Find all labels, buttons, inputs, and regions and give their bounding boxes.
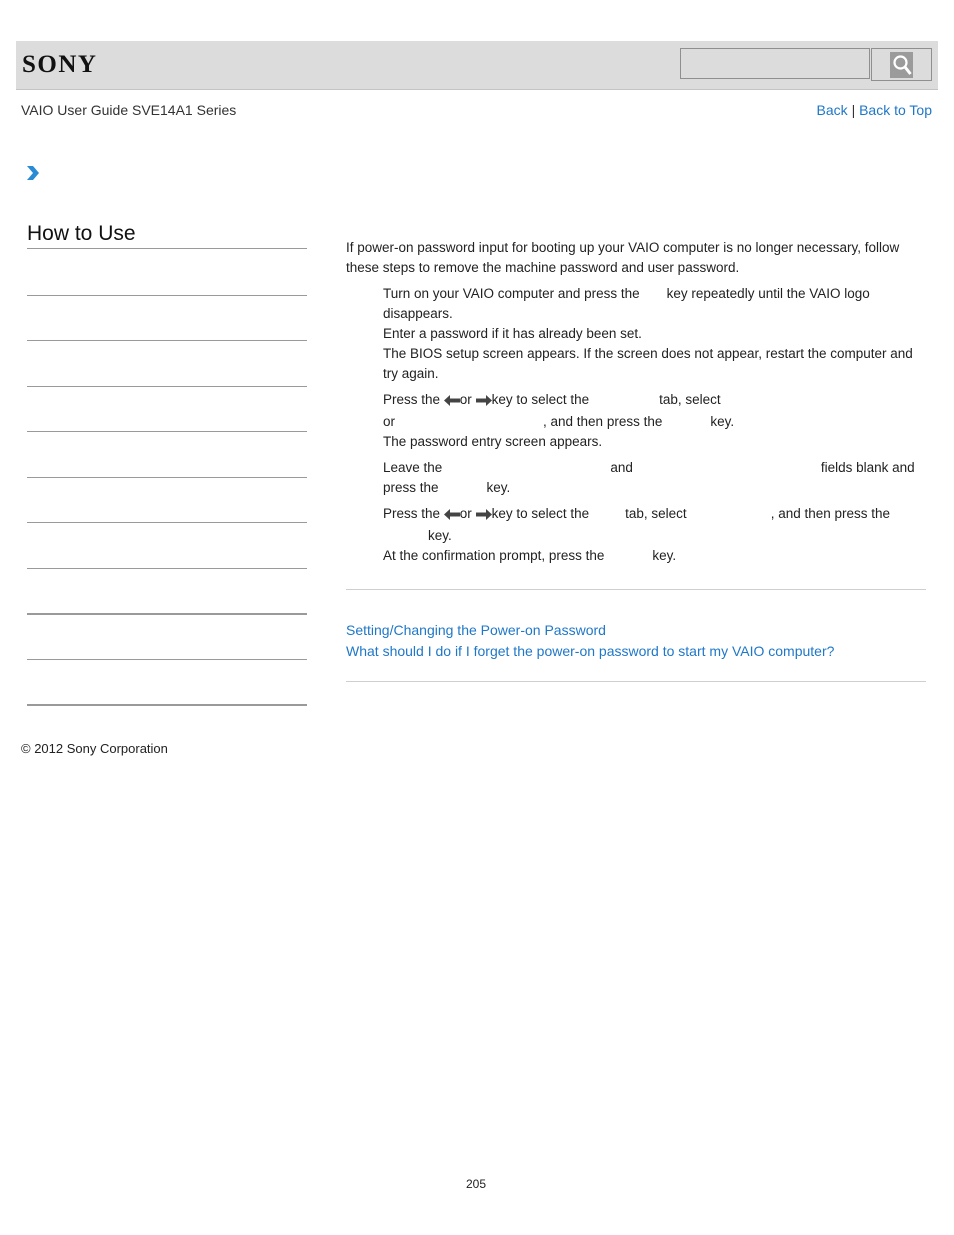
right-arrow-key-icon (475, 506, 492, 526)
sidebar-item[interactable] (27, 659, 307, 660)
sidebar-item[interactable] (27, 613, 307, 615)
sidebar-item[interactable] (27, 295, 307, 296)
step-3: Leave the and fields blank and press the ke… (383, 460, 915, 495)
breadcrumb-chevron-icon[interactable] (26, 165, 40, 184)
right-arrow-key-icon (475, 392, 492, 412)
search-button[interactable] (871, 48, 932, 81)
article-body: If power-on password input for booting u… (346, 238, 926, 572)
divider (346, 589, 926, 590)
intro-paragraph: If power-on password input for booting u… (346, 240, 900, 275)
related-link-forgot-password[interactable]: What should I do if I forget the power-o… (346, 641, 834, 662)
sidebar-heading: How to Use (27, 222, 307, 249)
page-number: 205 (466, 1177, 487, 1191)
guide-title: VAIO User Guide SVE14A1 Series (21, 102, 237, 118)
sidebar-item[interactable] (27, 340, 307, 341)
sidebar-item[interactable] (27, 386, 307, 387)
divider (346, 681, 926, 682)
step-4: Press the or key to select the tab, selec… (383, 506, 891, 563)
sony-logo[interactable]: SONY (22, 51, 97, 79)
back-to-top-link[interactable]: Back to Top (859, 102, 932, 118)
search-input[interactable] (680, 48, 870, 79)
top-links: Back | Back to Top (817, 102, 932, 118)
left-arrow-key-icon (443, 392, 460, 412)
link-separator: | (851, 102, 856, 118)
site-header: SONY (16, 41, 938, 90)
magnifier-icon (890, 51, 913, 78)
step-2: Press the or key to select the tab, selec… (383, 392, 735, 449)
left-arrow-key-icon (443, 506, 460, 526)
sidebar-item[interactable] (27, 704, 307, 706)
sidebar-item[interactable] (27, 477, 307, 478)
back-link[interactable]: Back (817, 102, 848, 118)
sidebar-item[interactable] (27, 522, 307, 523)
copyright: © 2012 Sony Corporation (21, 741, 168, 756)
step-1: Turn on your VAIO computer and press the… (383, 286, 913, 381)
related-link-setting-password[interactable]: Setting/Changing the Power-on Password (346, 620, 834, 641)
sidebar-item[interactable] (27, 568, 307, 569)
related-links: Setting/Changing the Power-on Password W… (346, 620, 834, 662)
sidebar-item[interactable] (27, 431, 307, 432)
